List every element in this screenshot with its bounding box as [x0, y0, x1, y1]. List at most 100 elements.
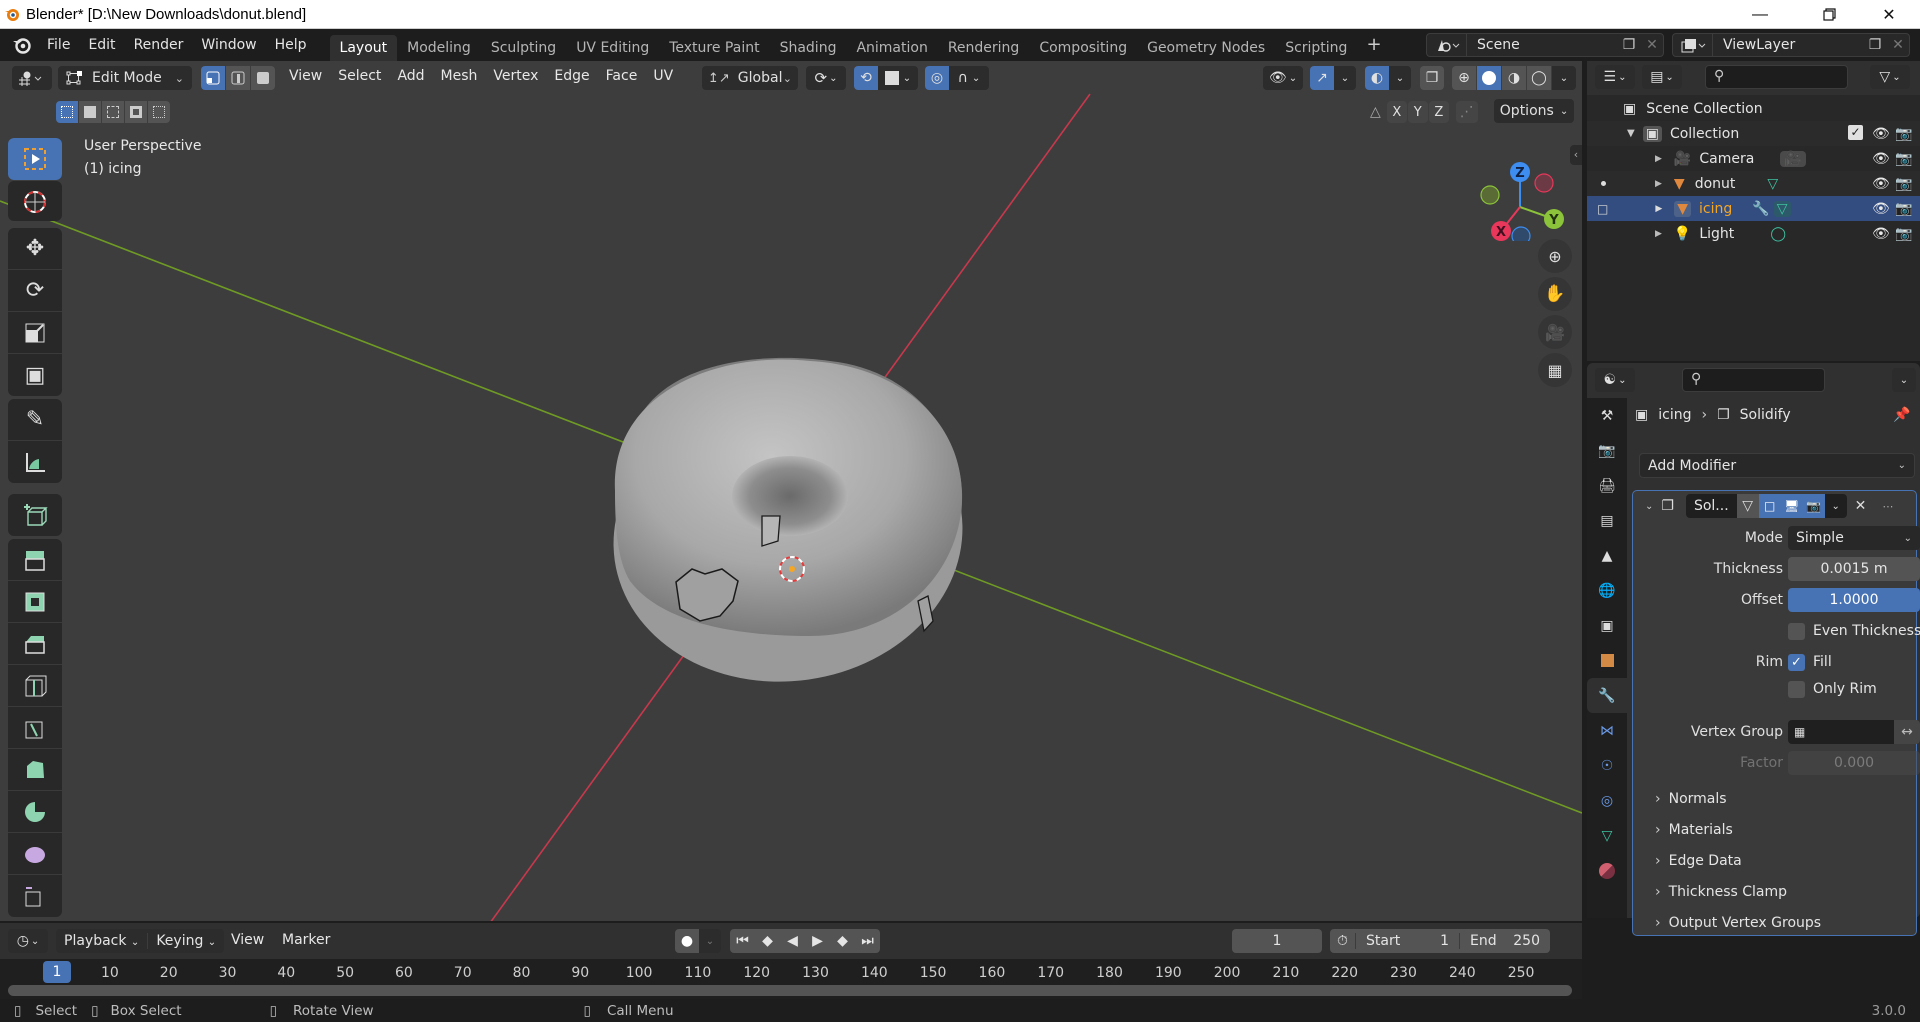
tool-cursor[interactable]	[8, 181, 62, 223]
light-data-icon[interactable]: ◯	[1770, 226, 1786, 242]
menu-file[interactable]: File	[38, 29, 79, 61]
outliner-item-camera[interactable]: ▶ 🎥 Camera 🎥 👁 📷	[1587, 146, 1920, 171]
camera-view-button[interactable]: 🎥	[1538, 315, 1572, 349]
menu-render[interactable]: Render	[125, 29, 193, 61]
properties-options-dropdown[interactable]: ⌄	[1892, 368, 1916, 392]
edit-mode-dot-icon[interactable]	[1601, 181, 1606, 186]
navigation-gizmo[interactable]: Z Y X	[1468, 151, 1568, 241]
menu-edit[interactable]: Edit	[79, 29, 124, 61]
properties-editor-type-button[interactable]: ☯ ⌄	[1595, 368, 1635, 392]
tab-world[interactable]: 🌐	[1587, 573, 1627, 608]
tool-edge-slide[interactable]	[8, 875, 62, 917]
properties-search-input[interactable]: ⚲	[1682, 368, 1825, 392]
play-reverse-button[interactable]: ◀	[780, 929, 805, 953]
auto-merge-toggle[interactable]: ⋰	[1455, 101, 1478, 123]
render-camera-icon[interactable]: 📷	[1895, 126, 1912, 142]
options-dropdown[interactable]: Options ⌄	[1494, 99, 1574, 123]
vertex-select-mode-button[interactable]	[201, 66, 225, 90]
menu-vertex[interactable]: Vertex	[485, 68, 546, 84]
timeline-ruler[interactable]: 1 10 20 30 40 50 60 70 80 90 100 110 120 130 140 150 16…	[0, 959, 1582, 999]
new-view-layer-icon[interactable]: ❐	[1863, 37, 1887, 53]
auto-keying-record-button[interactable]: ●	[675, 929, 699, 953]
outliner-item-icing[interactable]: □ ▶ ▼ icing 🔧 ▽ 👁 📷	[1587, 196, 1920, 221]
tab-output[interactable]: 🖨	[1587, 468, 1627, 503]
tool-extrude-region[interactable]	[8, 539, 62, 581]
select-subtract-button[interactable]	[102, 101, 124, 123]
mode-dropdown[interactable]: Simple ⌄	[1788, 526, 1920, 550]
mode-selector[interactable]: Edit Mode ⌄	[58, 66, 192, 90]
edge-select-mode-button[interactable]	[226, 66, 250, 90]
face-select-mode-button[interactable]	[251, 66, 275, 90]
fill-rim-checkbox[interactable]: ✓	[1788, 653, 1805, 671]
tool-smooth[interactable]	[8, 833, 62, 875]
visibility-eye-icon[interactable]: 👁	[1872, 226, 1890, 242]
mesh-data-icon[interactable]: ▽	[1767, 176, 1778, 192]
only-rim-checkbox[interactable]	[1788, 680, 1805, 698]
factor-field[interactable]: 0.000	[1788, 751, 1920, 775]
edit-cage-toggle[interactable]: ▽	[1736, 494, 1759, 518]
tab-render[interactable]: 📷	[1587, 433, 1627, 468]
tab-modifiers[interactable]: 🔧	[1587, 678, 1627, 713]
render-camera-icon[interactable]: 📷	[1895, 176, 1912, 192]
mirror-x-toggle[interactable]: X	[1386, 101, 1407, 123]
outliner-scene-collection[interactable]: ▣ Scene Collection	[1587, 96, 1920, 121]
delete-scene-icon[interactable]: ✕	[1641, 37, 1663, 53]
remove-modifier-icon[interactable]: ✕	[1855, 498, 1867, 514]
tab-geometry-nodes[interactable]: Geometry Nodes	[1137, 35, 1275, 61]
jump-to-end-button[interactable]: ⏭	[855, 929, 880, 953]
tab-layout[interactable]: Layout	[329, 35, 398, 61]
keying-menu[interactable]: Keying ⌄	[148, 933, 224, 949]
modifier-wrench-icon[interactable]: 🔧	[1752, 201, 1769, 217]
tool-poly-build[interactable]	[8, 749, 62, 791]
select-new-button[interactable]	[56, 101, 78, 123]
invert-vertex-group-toggle[interactable]: ↔	[1894, 720, 1920, 744]
offset-slider[interactable]: 1.0000	[1788, 588, 1920, 612]
tab-animation[interactable]: Animation	[846, 35, 937, 61]
xray-toggle[interactable]: ❐	[1420, 66, 1444, 90]
current-frame-indicator[interactable]: 1	[43, 961, 71, 983]
overlays-toggle[interactable]: ◐	[1365, 66, 1389, 90]
pivot-point-button[interactable]: ⟳ ⌄	[806, 66, 846, 90]
outliner-filter-button[interactable]: ▽ ⌄	[1870, 65, 1910, 89]
tool-add-cube[interactable]	[8, 494, 62, 536]
select-intersect-button[interactable]	[148, 101, 170, 123]
sidebar-toggle[interactable]: ‹	[1570, 145, 1582, 165]
tab-scene[interactable]: ▲	[1587, 538, 1627, 573]
tool-bevel[interactable]	[8, 623, 62, 665]
even-thickness-checkbox[interactable]	[1788, 622, 1805, 640]
tab-shading[interactable]: Shading	[770, 35, 847, 61]
tool-select-box[interactable]	[8, 138, 62, 180]
menu-uv[interactable]: UV	[645, 68, 681, 84]
donut-mesh[interactable]	[595, 357, 982, 704]
tool-spin[interactable]	[8, 791, 62, 833]
collapse-chevron-icon[interactable]: ⌄	[1645, 501, 1653, 512]
subpanel-thickness-clamp[interactable]: › Thickness Clamp	[1655, 884, 1787, 900]
vertex-group-field[interactable]: ▦	[1788, 720, 1894, 744]
delete-view-layer-icon[interactable]: ✕	[1887, 37, 1909, 53]
subpanel-normals[interactable]: › Normals	[1655, 791, 1727, 807]
timeline-editor-type-button[interactable]: ◷ ⌄	[8, 929, 48, 953]
tab-texture-paint[interactable]: Texture Paint	[659, 35, 769, 61]
realtime-display-toggle[interactable]: 🖥	[1780, 494, 1803, 518]
select-invert-button[interactable]	[125, 101, 147, 123]
selectability-visibility-button[interactable]: 👁 ⌄	[1263, 66, 1303, 90]
current-frame-field[interactable]: 1	[1232, 929, 1322, 953]
render-camera-icon[interactable]: 📷	[1895, 151, 1912, 167]
jump-to-prev-keyframe-button[interactable]: ◆	[755, 929, 780, 953]
thickness-field[interactable]: 0.0015 m	[1788, 557, 1920, 581]
render-camera-icon[interactable]: 📷	[1895, 201, 1912, 217]
snap-toggle[interactable]: ⟲	[854, 66, 878, 90]
tool-annotate[interactable]: ✎	[8, 399, 62, 441]
scene-icon[interactable]	[1427, 34, 1467, 56]
proportional-edit-toggle[interactable]: ◎	[925, 66, 949, 90]
3d-viewport[interactable]: Edit Mode ⌄ View Select Add Mesh Vertex …	[0, 61, 1582, 921]
drag-handle-icon[interactable]: ⋯	[1882, 500, 1893, 513]
tab-particles[interactable]: ⋈	[1587, 713, 1627, 748]
tool-measure[interactable]	[8, 441, 62, 483]
zoom-view-button[interactable]: ⊕	[1538, 239, 1572, 273]
maximize-button[interactable]	[1806, 0, 1852, 29]
new-scene-icon[interactable]: ❐	[1617, 37, 1641, 53]
visibility-eye-icon[interactable]: 👁	[1872, 151, 1890, 167]
mesh-data-icon[interactable]: ▽	[1773, 200, 1791, 217]
tab-modeling[interactable]: Modeling	[397, 35, 481, 61]
